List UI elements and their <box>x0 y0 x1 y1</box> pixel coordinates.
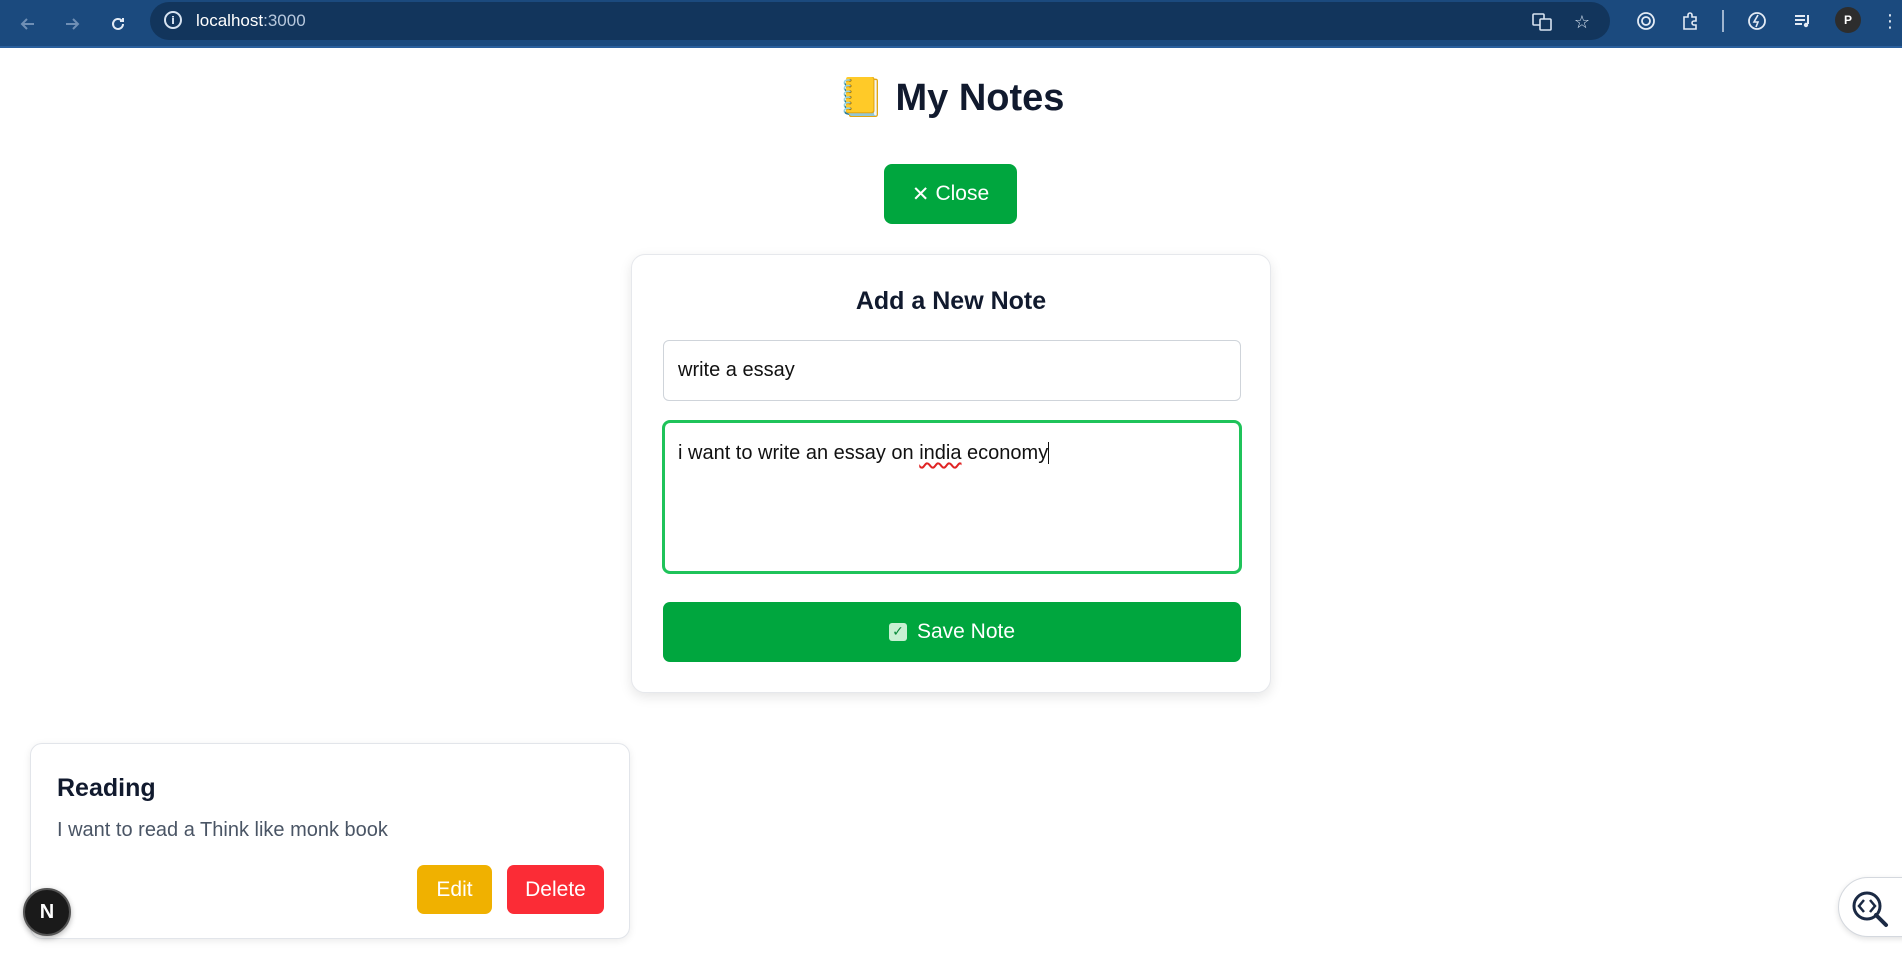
translate-icon[interactable] <box>1530 10 1554 34</box>
note-title: Reading <box>57 774 156 802</box>
performance-icon[interactable] <box>1743 7 1771 35</box>
extensions-puzzle-icon[interactable] <box>1677 7 1705 35</box>
browser-toolbar: i localhost:3000 ☆ P ⋮ <box>0 0 1902 48</box>
form-heading: Add a New Note <box>855 287 1047 315</box>
inspect-tool-tab[interactable] <box>1838 877 1902 937</box>
text-caret <box>1048 442 1050 464</box>
toolbar-divider <box>1722 10 1724 32</box>
forward-icon[interactable] <box>56 8 88 40</box>
close-icon: ✕ <box>911 182 930 206</box>
media-queue-icon[interactable] <box>1789 7 1817 35</box>
bookmark-star-icon[interactable]: ☆ <box>1570 10 1594 34</box>
save-note-button[interactable]: ✓ Save Note <box>663 602 1241 662</box>
address-bar[interactable]: i localhost:3000 ☆ <box>150 2 1610 40</box>
note-body: I want to read a Think like monk book <box>57 819 388 841</box>
note-body-textarea[interactable]: i want to write an essay on india econom… <box>662 420 1242 574</box>
edit-note-button[interactable]: Edit <box>417 865 492 914</box>
close-button-label: Close <box>935 182 990 205</box>
note-card: Reading I want to read a Think like monk… <box>30 743 630 939</box>
close-form-button[interactable]: ✕ Close <box>884 164 1017 224</box>
profile-avatar[interactable]: P <box>1835 7 1861 33</box>
notebook-icon: 📒 <box>837 77 885 119</box>
extension-target-icon[interactable] <box>1632 7 1660 35</box>
url-text[interactable]: localhost:3000 <box>196 11 306 31</box>
save-button-label: Save Note <box>916 620 1016 643</box>
more-menu-icon[interactable]: ⋮ <box>1880 7 1900 35</box>
nextjs-dev-badge[interactable]: N <box>23 888 71 936</box>
delete-note-button[interactable]: Delete <box>507 865 604 914</box>
add-note-form: Add a New Note i want to write an essay … <box>631 254 1271 693</box>
code-search-icon <box>1852 891 1888 927</box>
reload-icon[interactable] <box>102 8 134 40</box>
checkmark-icon: ✓ <box>888 623 907 641</box>
note-title-input[interactable] <box>663 340 1241 401</box>
back-icon[interactable] <box>12 8 44 40</box>
spellcheck-word: india <box>919 442 962 464</box>
page-title: 📒 My Notes <box>0 76 1902 120</box>
site-info-icon[interactable]: i <box>164 11 182 29</box>
page-title-text: My Notes <box>895 77 1065 119</box>
